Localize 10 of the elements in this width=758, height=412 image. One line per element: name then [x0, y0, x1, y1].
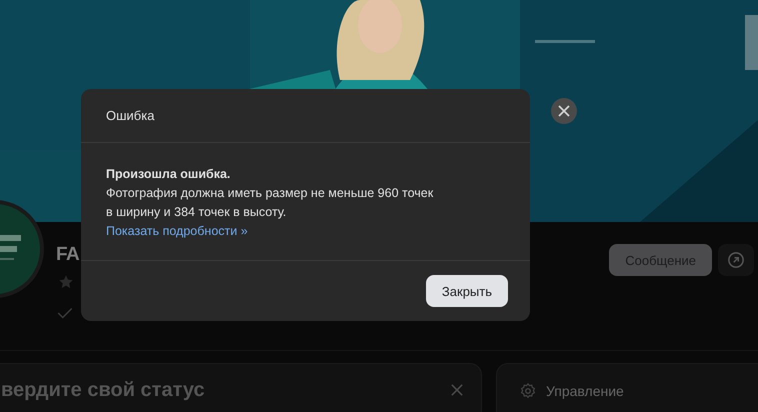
close-button[interactable]: Закрыть — [426, 275, 508, 307]
status-title: вердите свой статус — [1, 378, 205, 402]
details-link[interactable]: Показать подробности » — [106, 224, 248, 238]
close-icon[interactable] — [451, 384, 463, 396]
star-icon — [58, 274, 74, 290]
share-button[interactable] — [718, 244, 754, 276]
community-name: FA — [56, 244, 80, 266]
settings-icon[interactable] — [519, 382, 537, 400]
share-icon — [727, 251, 745, 269]
manage-label[interactable]: Управление — [546, 383, 624, 399]
